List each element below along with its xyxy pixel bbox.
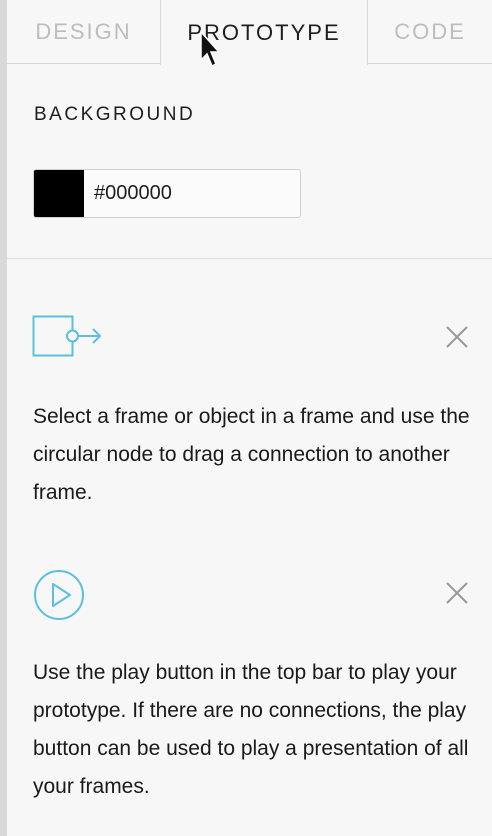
tip-text-play: Use the play button in the top bar to pl… (33, 661, 469, 798)
background-hex-input[interactable]: #000000 (84, 170, 300, 217)
tab-prototype[interactable]: PROTOTYPE (160, 0, 368, 65)
tip-text-connection: Select a frame or object in a frame and … (33, 405, 470, 504)
background-section-title: BACKGROUND (34, 104, 196, 125)
play-icon (34, 570, 84, 620)
frame-connection-icon (32, 315, 102, 357)
panel-left-edge (0, 0, 7, 836)
tab-design[interactable]: DESIGN (7, 0, 160, 64)
tab-bar: DESIGN PROTOTYPE CODE (7, 0, 492, 65)
close-icon[interactable] (444, 580, 470, 606)
section-divider (7, 258, 492, 259)
mouse-cursor-icon (200, 30, 221, 68)
background-color-field: #000000 (33, 169, 301, 218)
close-icon[interactable] (444, 324, 470, 350)
background-color-swatch[interactable] (34, 170, 84, 217)
tab-code[interactable]: CODE (368, 0, 492, 64)
